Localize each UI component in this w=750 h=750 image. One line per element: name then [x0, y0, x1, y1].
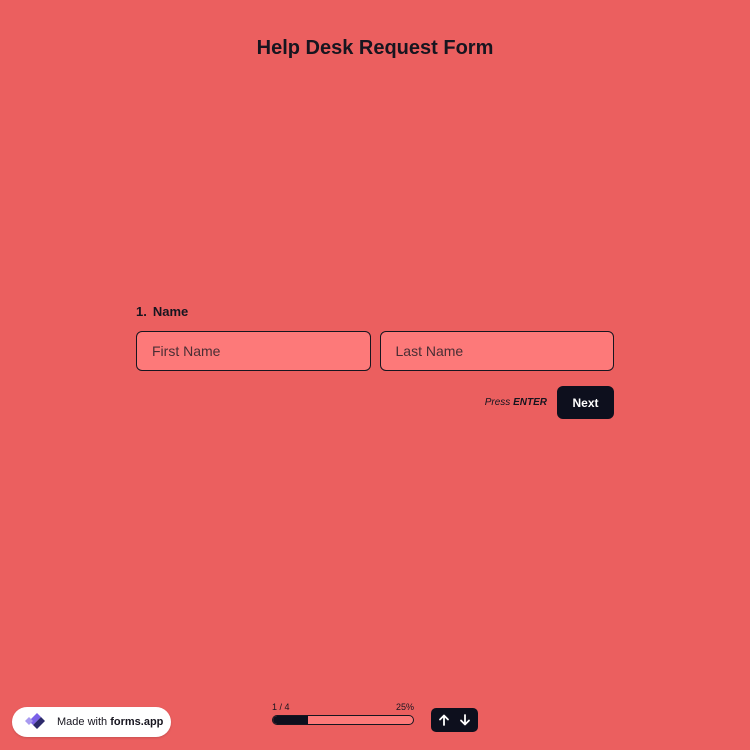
question-number: 1.: [136, 304, 147, 319]
form-title: Help Desk Request Form: [256, 37, 494, 59]
question-label: 1. Name: [136, 304, 614, 320]
press-hint-prefix: Press: [484, 397, 511, 408]
press-hint-key: ENTER: [513, 397, 547, 408]
progress-step: 1 / 4: [272, 702, 290, 712]
progress-indicator: 1 / 4 25%: [272, 702, 414, 725]
press-enter-hint: Press ENTER: [485, 397, 547, 408]
question-nav-buttons: [431, 708, 478, 732]
question-name: 1. Name Press ENTER Next: [136, 304, 614, 419]
badge-text: Made with forms.app: [57, 716, 163, 728]
made-with-badge[interactable]: Made with forms.app: [12, 707, 171, 737]
form-page: Help Desk Request Form 1. Name Press ENT…: [0, 0, 750, 750]
first-name-input[interactable]: [136, 331, 371, 371]
progress-text: 1 / 4 25%: [272, 702, 414, 713]
question-title: Name: [152, 304, 189, 319]
badge-prefix: Made with: [57, 716, 108, 728]
progress-percent: 25%: [395, 702, 414, 712]
arrow-up-icon[interactable]: [436, 712, 452, 728]
progress-fill: [273, 716, 308, 724]
progress-track: [272, 715, 414, 725]
arrow-down-icon[interactable]: [457, 712, 473, 728]
name-inputs: [136, 331, 614, 371]
next-button[interactable]: Next: [557, 386, 614, 419]
badge-brand: forms.app: [110, 716, 164, 728]
question-actions: Press ENTER Next: [136, 386, 614, 419]
last-name-input[interactable]: [379, 331, 614, 371]
forms-app-logo-icon: [20, 709, 50, 736]
